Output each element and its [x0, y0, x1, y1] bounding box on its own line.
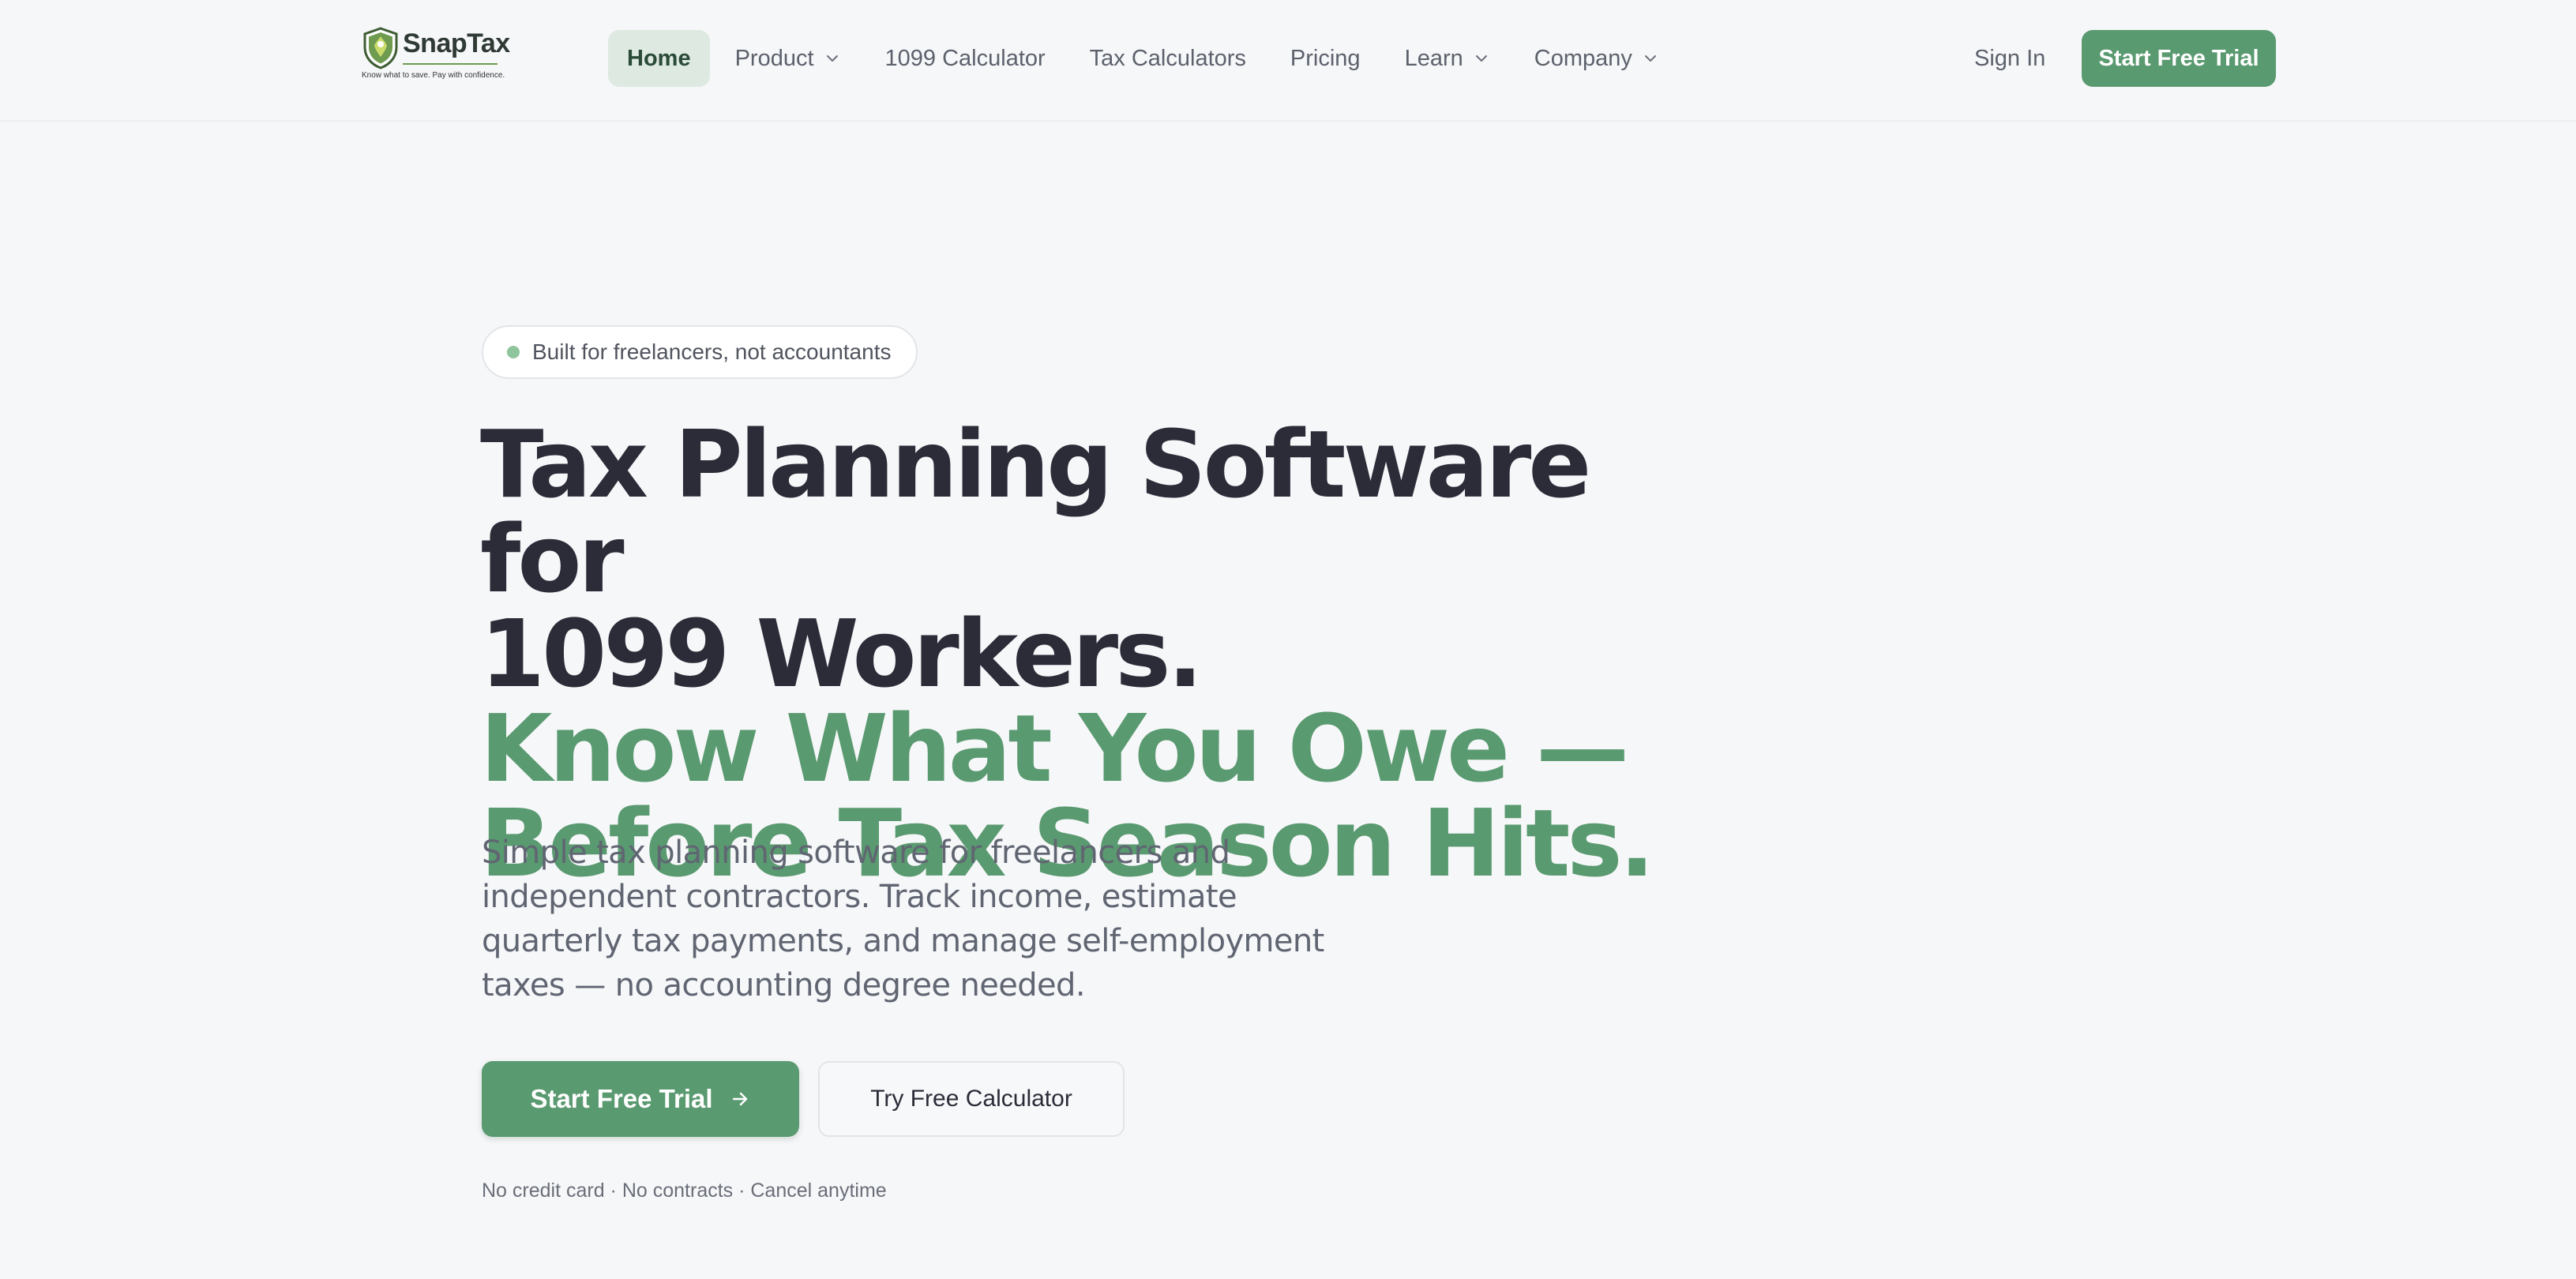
- chevron-down-icon: [1644, 55, 1656, 62]
- headline-line-2: 1099 Workers.: [480, 599, 1203, 708]
- primary-nav: Home Product 1099 Calculator Tax Calcula…: [608, 30, 1684, 87]
- hero-start-free-trial-button[interactable]: Start Free Trial: [482, 1061, 799, 1137]
- nav-home-label: Home: [627, 45, 691, 71]
- nav-tax-calculators-label: Tax Calculators: [1089, 45, 1246, 71]
- nav-1099-calculator[interactable]: 1099 Calculator: [866, 30, 1065, 87]
- sign-in-link[interactable]: Sign In: [1955, 30, 2064, 87]
- badge-dot-icon: [507, 346, 520, 358]
- snaptax-logo[interactable]: SnapTax Know what to save. Pay with conf…: [362, 27, 510, 82]
- arrow-right-icon: [732, 1092, 747, 1106]
- headline-accent-line-1: Know What You Owe —: [480, 694, 1629, 803]
- badge-text: Built for freelancers, not accountants: [532, 339, 892, 364]
- try-free-calculator-button[interactable]: Try Free Calculator: [818, 1061, 1125, 1137]
- hero-start-free-trial-label: Start Free Trial: [530, 1084, 713, 1113]
- nav-pricing-label: Pricing: [1290, 45, 1361, 71]
- top-navbar: SnapTax Know what to save. Pay with conf…: [0, 0, 2576, 122]
- nav-company[interactable]: Company: [1515, 30, 1678, 87]
- nav-product[interactable]: Product: [716, 30, 860, 87]
- hero-fineprint: No credit card · No contracts · Cancel a…: [482, 1180, 887, 1202]
- nav-company-label: Company: [1534, 45, 1632, 71]
- nav-product-label: Product: [734, 45, 814, 71]
- nav-start-free-trial-button[interactable]: Start Free Trial: [2082, 30, 2276, 87]
- nav-pricing[interactable]: Pricing: [1271, 30, 1380, 87]
- nav-tax-calculators[interactable]: Tax Calculators: [1071, 30, 1265, 87]
- shield-logo-icon: [363, 27, 398, 69]
- nav-1099-calculator-label: 1099 Calculator: [884, 45, 1046, 71]
- hero-subtext: Simple tax planning software for freelan…: [482, 835, 1324, 1003]
- logo-tagline: Know what to save. Pay with confidence.: [362, 71, 505, 80]
- hero-headline: Tax Planning Software for 1099 Workers. …: [480, 417, 1665, 891]
- nav-learn[interactable]: Learn: [1386, 30, 1509, 87]
- audience-badge: Built for freelancers, not accountants: [482, 325, 918, 379]
- headline-line-1: Tax Planning Software for: [480, 410, 1591, 613]
- chevron-down-icon: [826, 55, 838, 62]
- nav-learn-label: Learn: [1404, 45, 1463, 71]
- chevron-down-icon: [1475, 55, 1487, 62]
- logo-underline: [403, 63, 498, 65]
- logo-wordmark: SnapTax: [403, 28, 510, 58]
- nav-home[interactable]: Home: [608, 30, 710, 87]
